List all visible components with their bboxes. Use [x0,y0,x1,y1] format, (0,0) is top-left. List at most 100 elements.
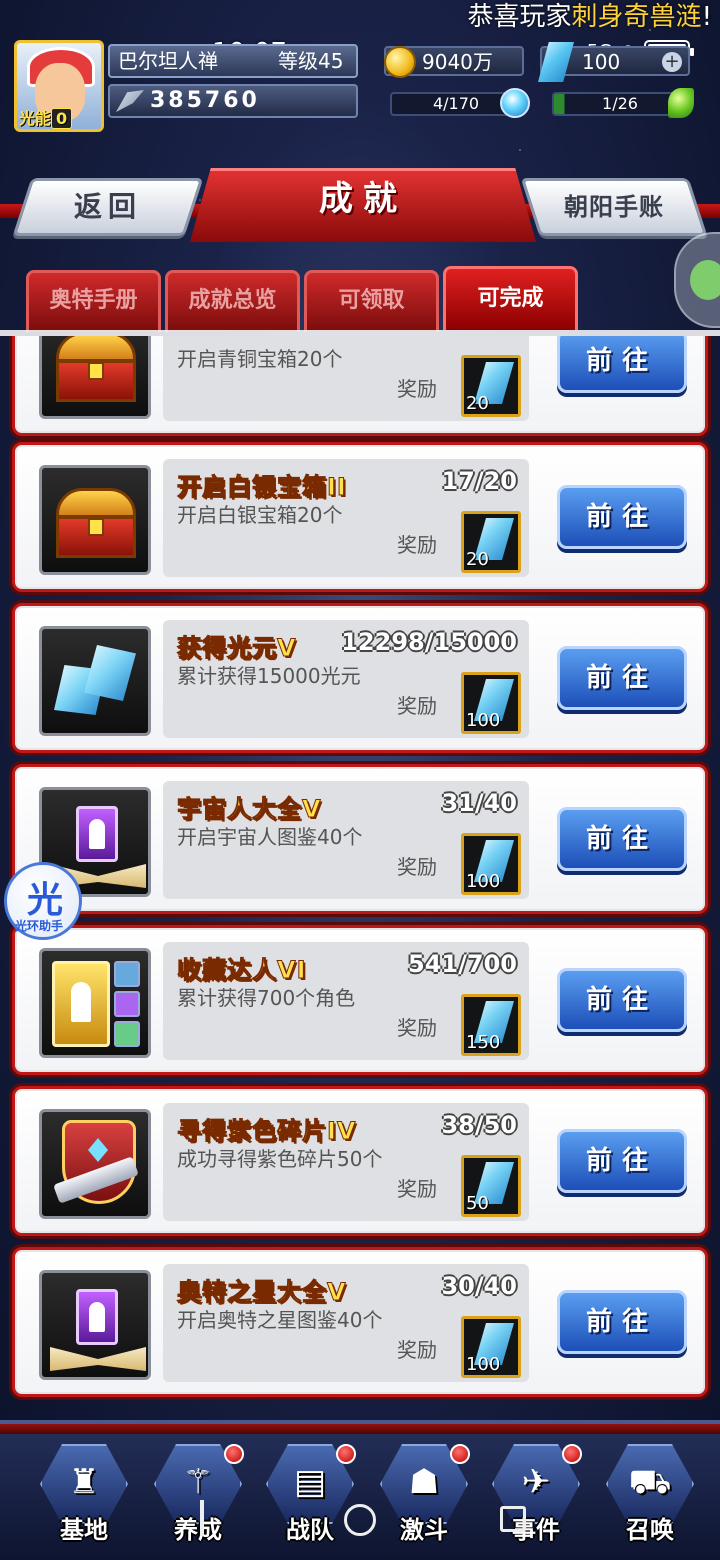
achievement-name: 收藏达人VI [177,956,307,985]
nav-team[interactable]: ▤ 战队 [262,1440,358,1548]
tab-ultra-handbook[interactable]: 奥特手册 [26,270,161,332]
events-icon: ✈ [521,1462,551,1502]
achievement-card: 开启白银宝箱II 17/20 开启白银宝箱20个 奖励 20 前往 [12,442,708,592]
crystal-icon [39,626,151,736]
achievement-info: 奥特之星大全V 30/40 开启奥特之星图鉴40个 奖励 100 [163,1264,529,1382]
leaf-amount: 1/26 [602,94,638,113]
reward-item[interactable]: 50 [461,1155,521,1217]
achievement-desc: 累计获得15000光元 [177,664,361,688]
reward-label: 奖励 [397,1338,437,1362]
orb-icon [500,88,530,118]
player-name-box: 巴尔坦人禅 等级45 [108,44,358,78]
go-button[interactable]: 前往 [557,646,687,710]
energy-indicator: 光能 0 [19,105,73,129]
page-title: 成就 [190,168,536,242]
player-power-box: 385760 [108,84,358,118]
achievement-info: 开启白银宝箱II 17/20 开启白银宝箱20个 奖励 20 [163,459,529,577]
system-back-button[interactable] [500,1506,526,1532]
tab-claimable[interactable]: 可领取 [304,270,439,332]
achievement-card: 宇宙人大全V 31/40 开启宇宙人图鉴40个 奖励 100 前往 [12,764,708,914]
achievement-card: 收藏达人VI 541/700 累计获得700个角色 奖励 150 前往 [12,925,708,1075]
achievement-card: 开启青铜宝箱20个 奖励 20 前往 [12,336,708,436]
achievement-progress: 38/50 [441,1111,517,1139]
ultra-book-icon [39,1270,151,1380]
player-avatar[interactable]: 光能 0 [14,40,104,132]
reward-label: 奖励 [397,377,437,401]
wing-icon [116,90,144,112]
achievement-name: 开启白银宝箱II [177,473,347,502]
add-gem-icon[interactable]: + [662,52,682,72]
achievement-desc: 成功寻得紫色碎片50个 [177,1147,383,1171]
go-button[interactable]: 前往 [557,968,687,1032]
achievement-progress: 31/40 [441,789,517,817]
halo-helper-button[interactable]: 光 光环助手 [4,862,82,940]
achievement-name: 宇宙人大全V [177,795,322,824]
gem-resource[interactable]: 100 + [538,42,690,82]
ledger-button[interactable]: 朝阳手账 [520,178,708,236]
achievement-info: 收藏达人VI 541/700 累计获得700个角色 奖励 150 [163,942,529,1060]
nav-base[interactable]: ♜ 基地 [36,1440,132,1548]
summon-icon: ⛟ [628,1462,672,1502]
achievement-info: 开启青铜宝箱20个 奖励 20 [163,336,529,421]
reward-item[interactable]: 20 [461,355,521,417]
achievement-progress: 541/700 [408,950,517,978]
achievement-info: 宇宙人大全V 31/40 开启宇宙人图鉴40个 奖励 100 [163,781,529,899]
achievement-list[interactable]: 开启青铜宝箱20个 奖励 20 前往 开启白银宝箱II 17/20 开启白银宝箱… [0,336,720,1416]
coin-icon [384,46,416,78]
achievement-name: 获得光元V [177,634,297,663]
green-ball-icon [690,260,720,300]
reward-item[interactable]: 100 [461,1316,521,1378]
reward-label: 奖励 [397,694,437,718]
shard-icon [39,1109,151,1219]
achievement-tabs: 奥特手册 成就总览 可领取 可完成 [26,266,578,332]
battle-icon: ☗ [408,1462,440,1502]
chest-icon [39,465,151,575]
go-button[interactable]: 前往 [557,485,687,549]
notification-dot [336,1444,356,1464]
achievement-card: 寻得紫色碎片IV 38/50 成功寻得紫色碎片50个 奖励 50 前往 [12,1086,708,1236]
achievement-desc: 开启青铜宝箱20个 [177,347,343,371]
go-button[interactable]: 前往 [557,336,687,393]
collection-icon [39,948,151,1058]
reward-item[interactable]: 150 [461,994,521,1056]
go-button[interactable]: 前往 [557,1129,687,1193]
achievement-desc: 开启宇宙人图鉴40个 [177,825,363,849]
tab-completable[interactable]: 可完成 [443,266,578,330]
nav-summon[interactable]: ⛟ 召唤 [602,1440,698,1548]
gold-resource[interactable]: 9040万 [384,46,524,78]
reward-label: 奖励 [397,1016,437,1040]
orb-resource: 4/170 [390,88,530,118]
achievement-card: 获得光元V 12298/15000 累计获得15000光元 奖励 100 前往 [12,603,708,753]
player-power: 385760 [150,88,260,113]
notification-dot [562,1444,582,1464]
chest-icon [39,336,151,419]
achievement-desc: 开启奥特之星图鉴40个 [177,1308,383,1332]
notification-dot [450,1444,470,1464]
achievement-card: 奥特之星大全V 30/40 开启奥特之星图鉴40个 奖励 100 前往 [12,1247,708,1397]
tab-overview[interactable]: 成就总览 [165,270,300,332]
back-button[interactable]: 返回 [12,178,204,236]
system-menu-button[interactable] [200,1500,204,1536]
announcement-marquee: 恭喜玩家刺身奇兽涟! [467,2,712,32]
reward-item[interactable]: 20 [461,511,521,573]
leaf-resource: 1/26 [552,88,694,118]
orb-amount: 4/170 [432,94,480,113]
leaf-icon [668,88,694,118]
reward-label: 奖励 [397,1177,437,1201]
reward-item[interactable]: 100 [461,833,521,895]
gold-amount: 9040万 [422,50,493,74]
go-button[interactable]: 前往 [557,1290,687,1354]
achievement-info: 寻得紫色碎片IV 38/50 成功寻得紫色碎片50个 奖励 50 [163,1103,529,1221]
go-button[interactable]: 前往 [557,807,687,871]
achievement-name: 奥特之星大全V [177,1278,347,1307]
player-name: 巴尔坦人禅 [118,49,218,73]
reward-item[interactable]: 100 [461,672,521,734]
base-icon: ♜ [68,1462,100,1502]
system-home-button[interactable] [344,1504,376,1536]
achievement-progress: 17/20 [441,467,517,495]
achievement-desc: 累计获得700个角色 [177,986,356,1010]
reward-label: 奖励 [397,855,437,879]
nav-develop[interactable]: ⚚ 养成 [150,1440,246,1548]
nav-battle[interactable]: ☗ 激斗 [376,1440,472,1548]
player-level: 等级45 [278,49,344,73]
